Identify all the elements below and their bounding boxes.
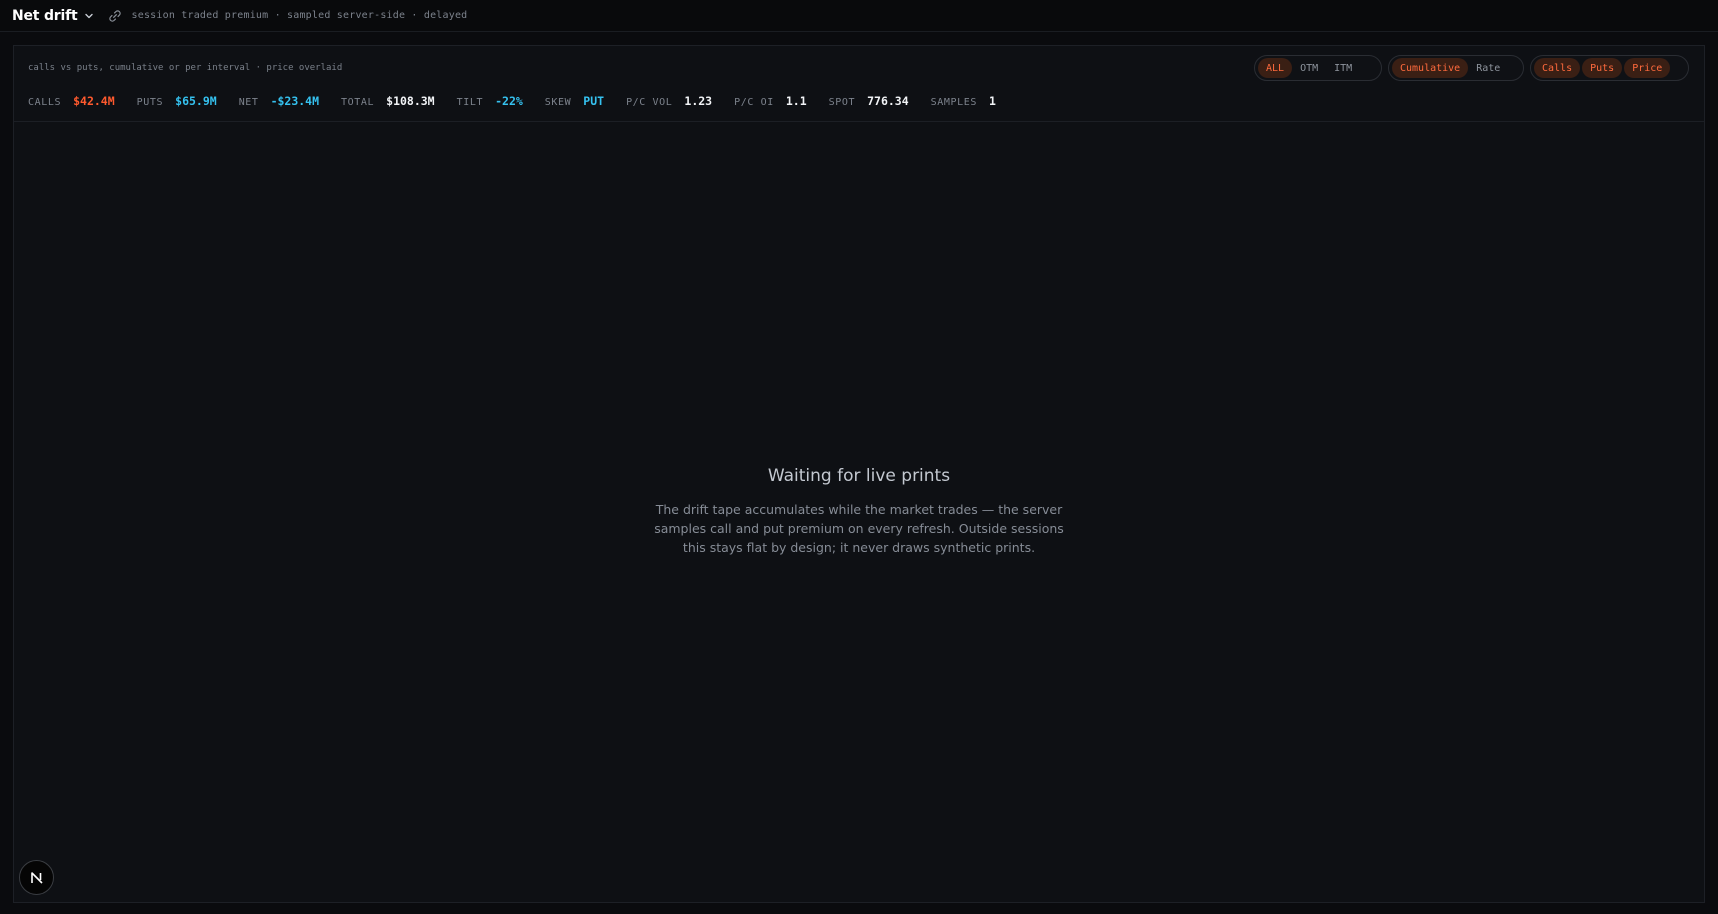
stat-puts: PUTS $65.9M (137, 94, 217, 108)
stat-samples: SAMPLES 1 (931, 94, 996, 108)
stat-label: TOTAL (341, 97, 375, 108)
stat-pc-oi: P/C OI 1.1 (734, 94, 807, 108)
filter-itm-button[interactable]: ITM (1326, 58, 1360, 78)
series-toggle: Calls Puts Price (1530, 55, 1689, 81)
empty-state-body: The drift tape accumulates while the mar… (654, 502, 1064, 555)
filter-all-button[interactable]: ALL (1258, 58, 1293, 78)
stat-value: 1 (989, 94, 996, 108)
stat-value: 1.23 (684, 94, 713, 108)
page-title: Net drift (12, 7, 78, 24)
chevron-down-icon (84, 13, 93, 18)
moneyness-toggle: ALL OTM ITM (1254, 55, 1382, 81)
stat-label: NET (238, 97, 259, 108)
stat-value: 776.34 (867, 94, 909, 108)
stat-value: -22% (495, 94, 523, 108)
stat-label: TILT (456, 97, 484, 108)
empty-state-title: Waiting for live prints (767, 466, 951, 486)
stat-skew: SKEW PUT (545, 94, 604, 108)
stat-value: 1.1 (785, 94, 807, 108)
link-icon[interactable] (108, 9, 122, 23)
stat-value: $42.4M (73, 94, 115, 108)
stat-label: P/C VOL (626, 97, 673, 108)
next-logo-badge[interactable] (19, 860, 54, 895)
stat-value: $65.9M (175, 94, 217, 108)
stat-net: NET -$23.4M (239, 94, 319, 108)
stat-spot: SPOT 776.34 (829, 94, 909, 108)
series-price-button[interactable]: Price (1624, 58, 1671, 78)
stat-tilt: TILT -22% (457, 94, 523, 108)
stat-label: PUTS (136, 97, 164, 108)
stat-label: SPOT (828, 97, 856, 108)
panel-header: calls vs puts, cumulative or per interva… (14, 46, 1704, 122)
view-selector[interactable]: Net drift (12, 8, 94, 24)
stat-label: SKEW (544, 97, 572, 108)
series-puts-button[interactable]: Puts (1582, 58, 1623, 78)
mode-toggle: Cumulative Rate (1388, 55, 1524, 81)
drift-panel: calls vs puts, cumulative or per interva… (13, 45, 1705, 903)
empty-state: Waiting for live prints The drift tape a… (14, 466, 1704, 557)
mode-rate-button[interactable]: Rate (1468, 58, 1508, 78)
top-bar: Net drift session traded premium · sampl… (0, 0, 1718, 32)
stat-label: P/C OI (734, 97, 774, 108)
series-calls-button[interactable]: Calls (1534, 58, 1581, 78)
page-subtitle: session traded premium · sampled server-… (131, 10, 468, 21)
stat-value: $108.3M (386, 94, 435, 108)
stat-pc-vol: P/C VOL 1.23 (626, 94, 712, 108)
stat-total: TOTAL $108.3M (341, 94, 435, 108)
stat-calls: CALLS $42.4M (28, 94, 115, 108)
stat-value: PUT (583, 94, 605, 108)
panel-description: calls vs puts, cumulative or per interva… (28, 63, 343, 73)
n-logo-icon (30, 871, 43, 884)
stat-value: -$23.4M (270, 94, 320, 108)
stat-label: CALLS (28, 97, 62, 108)
filter-otm-button[interactable]: OTM (1292, 58, 1326, 78)
mode-cumulative-button[interactable]: Cumulative (1392, 58, 1469, 78)
stats-row: CALLS $42.4M PUTS $65.9M NET -$23.4M TOT… (28, 94, 1018, 108)
stat-label: SAMPLES (930, 97, 977, 108)
